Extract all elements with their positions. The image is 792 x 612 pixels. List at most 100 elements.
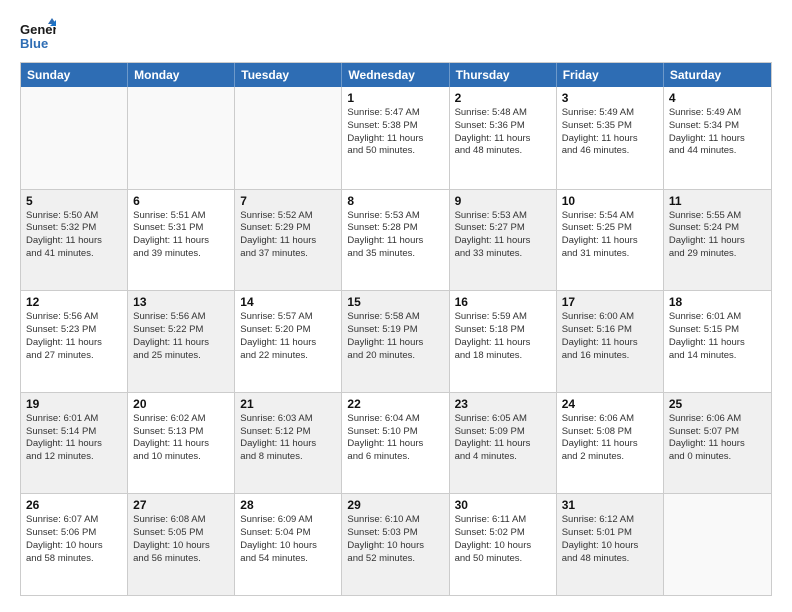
calendar: SundayMondayTuesdayWednesdayThursdayFrid… — [20, 62, 772, 596]
logo: General Blue — [20, 16, 56, 52]
day-cell-24: 24 Sunrise: 6:06 AM Sunset: 5:08 PM Dayli… — [557, 393, 664, 494]
day-info: Sunrise: 5:58 AM Sunset: 5:19 PM Dayligh… — [347, 311, 443, 362]
day-info: Sunrise: 5:53 AM Sunset: 5:28 PM Dayligh… — [347, 210, 443, 261]
day-number: 10 — [562, 194, 658, 208]
day-number: 21 — [240, 397, 336, 411]
weekday-header-wednesday: Wednesday — [342, 63, 449, 87]
day-info: Sunrise: 5:47 AM Sunset: 5:38 PM Dayligh… — [347, 107, 443, 158]
weekday-header-saturday: Saturday — [664, 63, 771, 87]
day-info: Sunrise: 5:56 AM Sunset: 5:23 PM Dayligh… — [26, 311, 122, 362]
day-number: 13 — [133, 295, 229, 309]
day-number: 4 — [669, 91, 766, 105]
day-number: 6 — [133, 194, 229, 208]
day-number: 7 — [240, 194, 336, 208]
day-cell-19: 19Sunrise: 6:01 AM Sunset: 5:14 PM Dayli… — [21, 393, 128, 494]
day-number: 5 — [26, 194, 122, 208]
day-info: Sunrise: 6:09 AM Sunset: 5:04 PM Dayligh… — [240, 514, 336, 565]
day-cell-9: 9 Sunrise: 5:53 AM Sunset: 5:27 PM Daylig… — [450, 190, 557, 291]
day-cell-3: 3 Sunrise: 5:49 AM Sunset: 5:35 PM Daylig… — [557, 87, 664, 189]
logo-icon: General Blue — [20, 16, 56, 52]
day-info: Sunrise: 6:00 AM Sunset: 5:16 PM Dayligh… — [562, 311, 658, 362]
day-info: Sunrise: 6:02 AM Sunset: 5:13 PM Dayligh… — [133, 413, 229, 464]
day-cell-1: 1 Sunrise: 5:47 AM Sunset: 5:38 PM Daylig… — [342, 87, 449, 189]
day-number: 27 — [133, 498, 229, 512]
day-cell-28: 28 Sunrise: 6:09 AM Sunset: 5:04 PM Dayli… — [235, 494, 342, 595]
day-info: Sunrise: 6:12 AM Sunset: 5:01 PM Dayligh… — [562, 514, 658, 565]
day-number: 28 — [240, 498, 336, 512]
weekday-header-sunday: Sunday — [21, 63, 128, 87]
day-info: Sunrise: 5:56 AM Sunset: 5:22 PM Dayligh… — [133, 311, 229, 362]
day-number: 9 — [455, 194, 551, 208]
day-cell-22: 22 Sunrise: 6:04 AM Sunset: 5:10 PM Dayli… — [342, 393, 449, 494]
day-cell-5: 5 Sunrise: 5:50 AM Sunset: 5:32 PM Daylig… — [21, 190, 128, 291]
weekday-header-friday: Friday — [557, 63, 664, 87]
day-info: Sunrise: 6:07 AM Sunset: 5:06 PM Dayligh… — [26, 514, 122, 565]
day-info: Sunrise: 5:57 AM Sunset: 5:20 PM Dayligh… — [240, 311, 336, 362]
calendar-row-3: 12 Sunrise: 5:56 AM Sunset: 5:23 PM Dayli… — [21, 290, 771, 392]
calendar-row-5: 26 Sunrise: 6:07 AM Sunset: 5:06 PM Dayli… — [21, 493, 771, 595]
day-info: Sunrise: 6:04 AM Sunset: 5:10 PM Dayligh… — [347, 413, 443, 464]
day-number: 19 — [26, 397, 122, 411]
day-number: 18 — [669, 295, 766, 309]
day-number: 15 — [347, 295, 443, 309]
empty-cell — [21, 87, 128, 189]
weekday-header-monday: Monday — [128, 63, 235, 87]
day-number: 22 — [347, 397, 443, 411]
day-info: Sunrise: 6:06 AM Sunset: 5:08 PM Dayligh… — [562, 413, 658, 464]
day-cell-15: 15 Sunrise: 5:58 AM Sunset: 5:19 PM Dayli… — [342, 291, 449, 392]
day-number: 30 — [455, 498, 551, 512]
day-cell-23: 23Sunrise: 6:05 AM Sunset: 5:09 PM Dayli… — [450, 393, 557, 494]
day-cell-8: 8 Sunrise: 5:53 AM Sunset: 5:28 PM Daylig… — [342, 190, 449, 291]
day-info: Sunrise: 5:51 AM Sunset: 5:31 PM Dayligh… — [133, 210, 229, 261]
day-cell-14: 14 Sunrise: 5:57 AM Sunset: 5:20 PM Dayli… — [235, 291, 342, 392]
svg-text:General: General — [20, 22, 56, 37]
day-number: 26 — [26, 498, 122, 512]
day-number: 14 — [240, 295, 336, 309]
day-cell-12: 12 Sunrise: 5:56 AM Sunset: 5:23 PM Dayli… — [21, 291, 128, 392]
weekday-header-thursday: Thursday — [450, 63, 557, 87]
day-info: Sunrise: 5:50 AM Sunset: 5:32 PM Dayligh… — [26, 210, 122, 261]
day-cell-6: 6 Sunrise: 5:51 AM Sunset: 5:31 PM Daylig… — [128, 190, 235, 291]
day-number: 12 — [26, 295, 122, 309]
day-info: Sunrise: 5:48 AM Sunset: 5:36 PM Dayligh… — [455, 107, 551, 158]
day-info: Sunrise: 5:53 AM Sunset: 5:27 PM Dayligh… — [455, 210, 551, 261]
day-cell-7: 7Sunrise: 5:52 AM Sunset: 5:29 PM Daylig… — [235, 190, 342, 291]
day-number: 24 — [562, 397, 658, 411]
day-info: Sunrise: 6:08 AM Sunset: 5:05 PM Dayligh… — [133, 514, 229, 565]
day-cell-26: 26 Sunrise: 6:07 AM Sunset: 5:06 PM Dayli… — [21, 494, 128, 595]
day-number: 1 — [347, 91, 443, 105]
empty-cell — [235, 87, 342, 189]
day-info: Sunrise: 5:54 AM Sunset: 5:25 PM Dayligh… — [562, 210, 658, 261]
day-info: Sunrise: 6:03 AM Sunset: 5:12 PM Dayligh… — [240, 413, 336, 464]
day-number: 2 — [455, 91, 551, 105]
day-number: 20 — [133, 397, 229, 411]
calendar-body: 1 Sunrise: 5:47 AM Sunset: 5:38 PM Daylig… — [21, 87, 771, 595]
day-cell-17: 17 Sunrise: 6:00 AM Sunset: 5:16 PM Dayli… — [557, 291, 664, 392]
day-number: 8 — [347, 194, 443, 208]
day-number: 11 — [669, 194, 766, 208]
day-cell-21: 21 Sunrise: 6:03 AM Sunset: 5:12 PM Dayli… — [235, 393, 342, 494]
day-number: 16 — [455, 295, 551, 309]
day-cell-18: 18Sunrise: 6:01 AM Sunset: 5:15 PM Dayli… — [664, 291, 771, 392]
day-cell-20: 20 Sunrise: 6:02 AM Sunset: 5:13 PM Dayli… — [128, 393, 235, 494]
day-cell-25: 25Sunrise: 6:06 AM Sunset: 5:07 PM Dayli… — [664, 393, 771, 494]
day-info: Sunrise: 6:05 AM Sunset: 5:09 PM Dayligh… — [455, 413, 551, 464]
day-number: 17 — [562, 295, 658, 309]
day-cell-2: 2 Sunrise: 5:48 AM Sunset: 5:36 PM Daylig… — [450, 87, 557, 189]
day-number: 31 — [562, 498, 658, 512]
calendar-row-4: 19Sunrise: 6:01 AM Sunset: 5:14 PM Dayli… — [21, 392, 771, 494]
empty-cell — [664, 494, 771, 595]
day-cell-27: 27 Sunrise: 6:08 AM Sunset: 5:05 PM Dayli… — [128, 494, 235, 595]
svg-text:Blue: Blue — [20, 36, 48, 51]
day-number: 29 — [347, 498, 443, 512]
header: General Blue — [20, 16, 772, 52]
day-info: Sunrise: 5:55 AM Sunset: 5:24 PM Dayligh… — [669, 210, 766, 261]
calendar-row-1: 1 Sunrise: 5:47 AM Sunset: 5:38 PM Daylig… — [21, 87, 771, 189]
day-info: Sunrise: 6:10 AM Sunset: 5:03 PM Dayligh… — [347, 514, 443, 565]
day-cell-30: 30Sunrise: 6:11 AM Sunset: 5:02 PM Dayli… — [450, 494, 557, 595]
day-number: 3 — [562, 91, 658, 105]
day-info: Sunrise: 5:59 AM Sunset: 5:18 PM Dayligh… — [455, 311, 551, 362]
day-info: Sunrise: 5:49 AM Sunset: 5:35 PM Dayligh… — [562, 107, 658, 158]
day-cell-31: 31 Sunrise: 6:12 AM Sunset: 5:01 PM Dayli… — [557, 494, 664, 595]
day-info: Sunrise: 5:49 AM Sunset: 5:34 PM Dayligh… — [669, 107, 766, 158]
